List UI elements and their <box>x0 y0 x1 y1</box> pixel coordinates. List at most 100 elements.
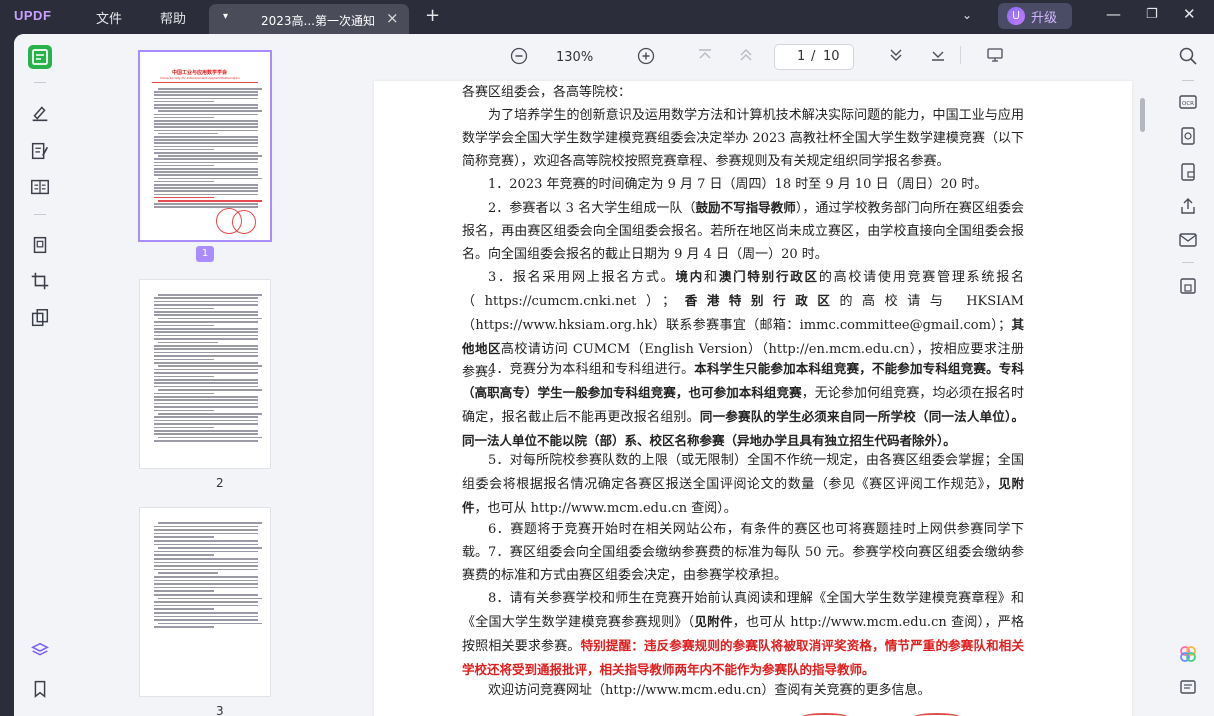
thumbnail-text-line <box>154 358 214 361</box>
thumbnail-text-line <box>154 536 214 538</box>
search-icon[interactable] <box>1178 46 1198 66</box>
thumbnail-text-line <box>154 406 258 408</box>
paragraph-intro: 为了培养学生的创新意识及运用数学方法和计算机技术解决实际问题的能力，中国工业与应… <box>462 108 1024 169</box>
thumbnail-text-line <box>154 626 214 628</box>
document-tab[interactable]: ▾ 2023高...第一次通知 × <box>209 4 409 34</box>
thumbnail-text-line <box>154 100 214 103</box>
thumbnail-text-line <box>154 129 258 132</box>
thumbnail-text-line <box>154 120 258 122</box>
current-page[interactable]: 1 <box>797 49 805 64</box>
crop-icon[interactable] <box>29 270 51 292</box>
page-thumbnail-2[interactable] <box>139 279 271 469</box>
thumbnail-title-en: China Society for Industrial and Applied… <box>160 76 240 80</box>
thumbnail-text-line <box>154 142 258 144</box>
thumbnail-text-line <box>154 396 258 398</box>
thumbnail-text-line <box>154 586 258 589</box>
thumbnail-text-line <box>158 200 262 202</box>
thumbnail-text-line <box>154 139 258 141</box>
reader-icon[interactable] <box>28 45 52 69</box>
page-thumbnail-3[interactable] <box>139 507 271 697</box>
page-thumbnail-1[interactable]: 中国工业与应用数学学会 China Society for Industrial… <box>139 51 271 241</box>
zoom-level[interactable]: 130% <box>556 50 593 65</box>
add-tab-button[interactable]: + <box>425 5 440 26</box>
thumbnail-text-line <box>154 334 258 337</box>
menu-help[interactable]: 帮助 <box>160 8 186 27</box>
page-number-input[interactable]: 1 / 10 <box>774 44 854 70</box>
zoom-out-icon[interactable] <box>510 47 528 69</box>
first-page-icon[interactable] <box>697 46 713 68</box>
thumbnail-text-line <box>154 372 258 374</box>
ocr-icon[interactable]: OCR <box>1178 92 1198 112</box>
thumbnail-text-line <box>154 430 258 432</box>
close-window-icon[interactable]: ✕ <box>1183 5 1196 23</box>
edit-text-icon[interactable] <box>29 140 51 162</box>
thumbnail-text-line <box>154 97 258 100</box>
paragraph-7: 7．赛区组委会向全国组委会缴纳参赛费的标准为每队 50 元。参赛学校向赛区组委会… <box>462 545 1024 583</box>
thumbnail-text-line <box>154 402 258 405</box>
next-page-icon[interactable] <box>888 46 904 68</box>
document-viewer: 130% 1 / 10 各赛区组委会，各高等院校： 为了培养学生的创新意识及运用… <box>356 34 1164 716</box>
presentation-icon[interactable] <box>986 46 1004 68</box>
minimize-icon[interactable]: — <box>1106 5 1121 23</box>
thumbnail-text-line <box>154 604 258 607</box>
bookmark-icon[interactable] <box>29 678 51 700</box>
total-pages: 10 <box>823 49 840 64</box>
svg-text:OCR: OCR <box>1182 101 1194 107</box>
thumbnail-text-line <box>158 365 262 367</box>
thumbnail-text-line <box>154 615 258 618</box>
thumbnail-text-line <box>154 583 258 585</box>
thumbnail-rule <box>152 82 258 83</box>
protect-icon[interactable] <box>1178 162 1198 182</box>
thumbnail-text-line <box>154 193 258 196</box>
previous-page-icon[interactable] <box>738 46 754 68</box>
thumbnail-text-line <box>154 136 258 138</box>
thumbnail-text-line <box>154 190 258 192</box>
ai-icon[interactable] <box>1178 644 1198 664</box>
restore-icon[interactable]: ❐ <box>1146 7 1158 22</box>
zoom-in-icon[interactable] <box>637 47 655 69</box>
thumbnail-text-line <box>154 338 258 340</box>
tab-dropdown-icon[interactable]: ▾ <box>223 11 228 22</box>
right-toolbar: OCR <box>1164 34 1214 716</box>
layers-icon[interactable] <box>29 640 51 662</box>
highlight-icon[interactable] <box>29 102 51 124</box>
comment-icon[interactable] <box>1178 678 1198 698</box>
thumbnail-text-line <box>154 540 258 542</box>
email-icon[interactable] <box>1178 230 1198 250</box>
salutation: 各赛区组委会，各高等院校： <box>462 85 632 100</box>
upgrade-button[interactable]: U 升级 <box>998 3 1072 29</box>
thumbnail-text-line <box>158 413 262 415</box>
thumbnail-text-line <box>154 324 214 327</box>
thumbnail-text-line <box>154 409 214 412</box>
thumbnail-text-line <box>154 184 258 186</box>
form-icon[interactable] <box>29 176 51 198</box>
page-tools-icon[interactable] <box>29 307 51 329</box>
thumbnail-text-line <box>154 379 258 381</box>
organize-pages-icon[interactable] <box>29 234 51 256</box>
menu-file[interactable]: 文件 <box>96 8 122 27</box>
share-icon[interactable] <box>1178 196 1198 216</box>
last-page-icon[interactable] <box>930 46 946 68</box>
tab-close-icon[interactable]: × <box>386 9 399 27</box>
thumbnail-text-line <box>154 321 258 323</box>
thumbnail-text-line <box>154 601 258 603</box>
thumbnail-text-line <box>154 416 258 418</box>
paragraph-2: 2．参赛者以 3 名大学生组成一队（鼓励不写指导教师），通过学校教务部门向所在赛… <box>462 200 1024 262</box>
thumbnail-text-line <box>154 328 258 330</box>
paragraph-8: 8．请有关参赛学校和师生在竞赛开始前认真阅读和理解《全国大学生数学建模竞赛章程》… <box>462 591 1024 677</box>
thumbnail-text-line <box>154 196 214 199</box>
convert-icon[interactable] <box>1178 126 1198 146</box>
thumbnail-text-line <box>154 565 258 567</box>
thumbnail-text-line <box>154 399 258 401</box>
thumbnail-text-line <box>154 300 258 303</box>
vertical-scrollbar[interactable] <box>1140 98 1145 132</box>
thumbnail-text-line <box>158 341 218 344</box>
toolbar-divider <box>960 46 961 64</box>
thumbnail-text-line <box>154 91 258 93</box>
thumbnail-text-line <box>158 317 262 320</box>
chevron-down-icon[interactable]: ⌄ <box>962 8 972 22</box>
thumbnail-text-line <box>154 385 258 388</box>
save-icon[interactable] <box>1178 276 1198 296</box>
thumbnail-text-line <box>154 362 258 364</box>
thumbnail-text-line <box>154 392 214 395</box>
